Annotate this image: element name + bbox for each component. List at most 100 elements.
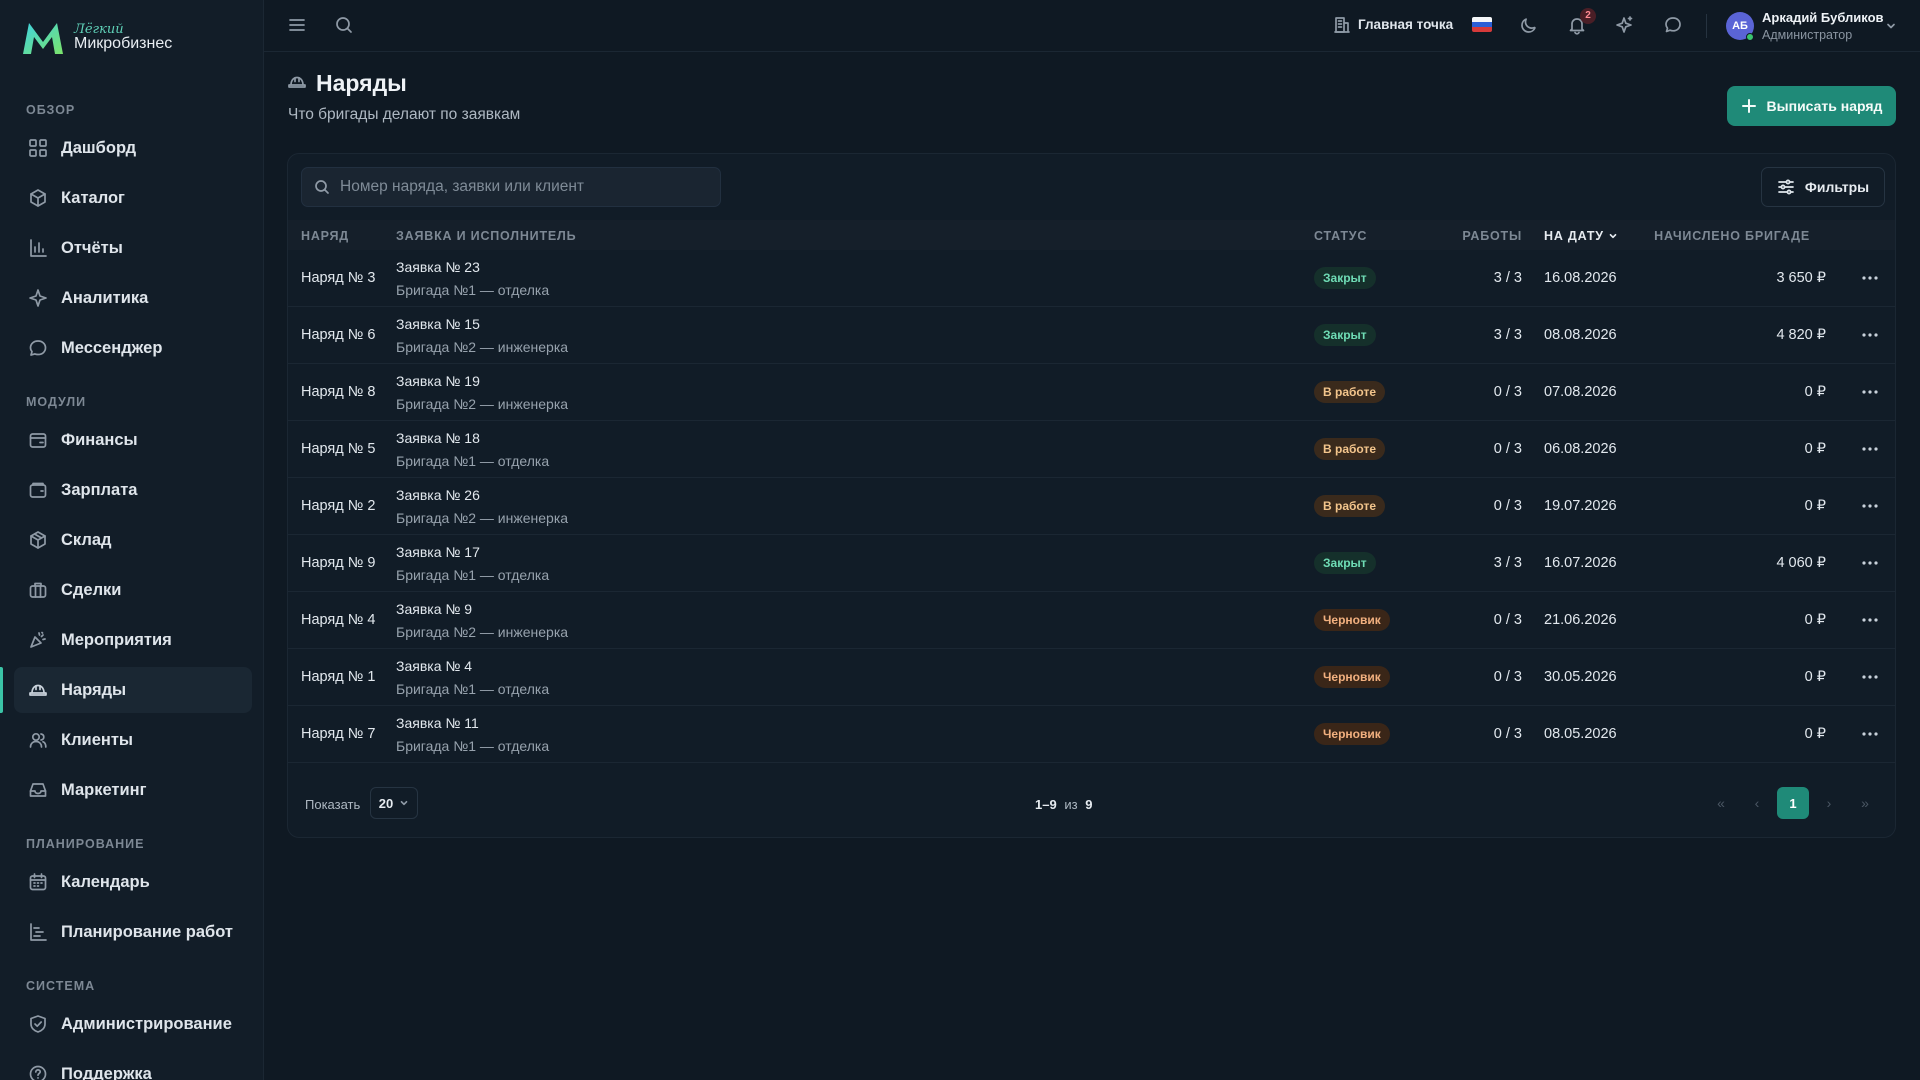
sidebar-item-label: Дашборд [61, 138, 137, 157]
notification-badge: 2 [1580, 8, 1596, 24]
team-name: Бригада №2 — инженерка [396, 339, 569, 355]
search-field[interactable] [301, 167, 721, 207]
request-number[interactable]: Заявка № 4 [396, 658, 472, 674]
sparkle-icon[interactable] [1614, 14, 1636, 36]
more-actions-icon[interactable] [1861, 272, 1879, 284]
location-selector[interactable]: Главная точка [1358, 17, 1453, 32]
prev-page-button[interactable]: ‹ [1741, 787, 1773, 819]
col-works[interactable]: РАБОТЫ [1462, 229, 1522, 243]
request-number[interactable]: Заявка № 26 [396, 487, 480, 503]
more-actions-icon[interactable] [1861, 500, 1879, 512]
deals-icon [29, 582, 47, 598]
table-row[interactable]: Наряд № 7 Заявка № 11 Бригада №1 — отделка… [288, 706, 1895, 763]
table-row[interactable]: Наряд № 5 Заявка № 18 Бригада №1 — отделка… [288, 421, 1895, 478]
sidebar-item-reports[interactable]: Отчёты [14, 225, 252, 271]
status-badge: Черновик [1314, 609, 1390, 631]
col-status[interactable]: СТАТУС [1314, 229, 1367, 243]
user-name[interactable]: Аркадий Бубликов [1762, 10, 1884, 25]
sidebar-item-admin[interactable]: Администрирование [14, 1001, 252, 1047]
more-actions-icon[interactable] [1861, 614, 1879, 626]
sidebar-item-deals[interactable]: Сделки [14, 567, 252, 613]
sidebar-item-messenger[interactable]: Мессенджер [14, 325, 252, 371]
table-row[interactable]: Наряд № 1 Заявка № 4 Бригада №1 — отделка Ч… [288, 649, 1895, 706]
works-progress: 0 / 3 [1493, 441, 1522, 457]
sidebar-item-analytics[interactable]: Аналитика [14, 275, 252, 321]
sidebar-item-dashboard[interactable]: Дашборд [14, 125, 252, 171]
page-size-select[interactable]: 20 [370, 787, 418, 819]
order-number[interactable]: Наряд № 3 [301, 270, 375, 286]
request-number[interactable]: Заявка № 9 [396, 601, 472, 617]
order-number[interactable]: Наряд № 1 [301, 669, 375, 685]
sidebar-item-finance[interactable]: Финансы [14, 417, 252, 463]
request-number[interactable]: Заявка № 15 [396, 316, 480, 332]
catalog-icon [30, 189, 46, 207]
table-row[interactable]: Наряд № 4 Заявка № 9 Бригада №2 — инженерк… [288, 592, 1895, 649]
sidebar-item-warehouse[interactable]: Склад [14, 517, 252, 563]
sidebar-item-clients[interactable]: Клиенты [14, 717, 252, 763]
order-number[interactable]: Наряд № 2 [301, 498, 375, 514]
order-number[interactable]: Наряд № 9 [301, 555, 375, 571]
chevron-down-icon[interactable] [1885, 20, 1897, 32]
team-name: Бригада №1 — отделка [396, 453, 550, 469]
last-page-button[interactable]: » [1849, 787, 1881, 819]
more-actions-icon[interactable] [1861, 557, 1879, 569]
first-page-button[interactable]: « [1705, 787, 1737, 819]
page-size-value: 20 [378, 795, 394, 811]
brand-logo[interactable]: Лёгкий Микробизнес [20, 18, 172, 58]
sidebar-item-label: Администрирование [61, 1014, 232, 1033]
order-date: 06.08.2026 [1544, 441, 1617, 457]
search-input[interactable] [340, 178, 700, 196]
order-number[interactable]: Наряд № 5 [301, 441, 375, 457]
create-order-button[interactable]: Выписать наряд [1727, 86, 1896, 126]
sidebar-item-calendar[interactable]: Календарь [14, 859, 252, 905]
more-actions-icon[interactable] [1861, 443, 1879, 455]
more-actions-icon[interactable] [1861, 671, 1879, 683]
request-number[interactable]: Заявка № 17 [396, 544, 480, 560]
sidebar-item-orders[interactable]: Наряды [14, 667, 252, 713]
table-row[interactable]: Наряд № 9 Заявка № 17 Бригада №1 — отделка… [288, 535, 1895, 592]
col-request[interactable]: ЗАЯВКА И ИСПОЛНИТЕЛЬ [396, 229, 576, 243]
col-amount[interactable]: НАЧИСЛЕНО БРИГАДЕ [1654, 229, 1810, 243]
order-number[interactable]: Наряд № 4 [301, 612, 375, 628]
more-actions-icon[interactable] [1861, 728, 1879, 740]
col-date-sorted[interactable]: НА ДАТУ [1544, 229, 1618, 243]
table-row[interactable]: Наряд № 6 Заявка № 15 Бригада №2 — инженер… [288, 307, 1895, 364]
sidebar-item-catalog[interactable]: Каталог [14, 175, 252, 221]
table-row[interactable]: Наряд № 3 Заявка № 23 Бригада №1 — отделка… [288, 250, 1895, 307]
table-row[interactable]: Наряд № 8 Заявка № 19 Бригада №2 — инженер… [288, 364, 1895, 421]
table-row[interactable]: Наряд № 2 Заявка № 26 Бригада №2 — инженер… [288, 478, 1895, 535]
team-name: Бригада №1 — отделка [396, 567, 550, 583]
search-icon[interactable] [333, 14, 355, 36]
col-order[interactable]: НАРЯД [301, 229, 349, 243]
filters-button[interactable]: Фильтры [1761, 167, 1885, 207]
sidebar-item-support[interactable]: Поддержка [14, 1051, 252, 1080]
next-page-button[interactable]: › [1813, 787, 1845, 819]
request-number[interactable]: Заявка № 18 [396, 430, 480, 446]
page-button-current[interactable]: 1 [1777, 787, 1809, 819]
building-icon [1334, 17, 1350, 33]
sidebar-item-events[interactable]: Мероприятия [14, 617, 252, 663]
more-actions-icon[interactable] [1861, 329, 1879, 341]
language-flag[interactable] [1472, 17, 1492, 32]
accrued-amount: 0 ₽ [1804, 612, 1826, 628]
sidebar-item-label: Маркетинг [61, 780, 147, 799]
order-number[interactable]: Наряд № 8 [301, 384, 375, 400]
nav-section-modules: МОДУЛИ [26, 395, 87, 409]
more-actions-icon[interactable] [1861, 386, 1879, 398]
menu-icon[interactable] [286, 14, 308, 36]
order-number[interactable]: Наряд № 6 [301, 327, 375, 343]
request-number[interactable]: Заявка № 19 [396, 373, 480, 389]
sidebar-item-label: Планирование работ [61, 922, 233, 941]
chat-icon[interactable] [1662, 14, 1684, 36]
calendar-icon [29, 873, 47, 891]
logo-icon [23, 23, 63, 54]
request-number[interactable]: Заявка № 23 [396, 259, 480, 275]
moon-icon[interactable] [1518, 14, 1540, 36]
sidebar-item-salary[interactable]: Зарплата [14, 467, 252, 513]
order-number[interactable]: Наряд № 7 [301, 726, 375, 742]
team-name: Бригада №2 — инженерка [396, 624, 569, 640]
sidebar-item-work-planning[interactable]: Планирование работ [14, 909, 252, 955]
sidebar-item-marketing[interactable]: Маркетинг [14, 767, 252, 813]
hardhat-icon [29, 684, 47, 696]
request-number[interactable]: Заявка № 11 [396, 715, 479, 731]
